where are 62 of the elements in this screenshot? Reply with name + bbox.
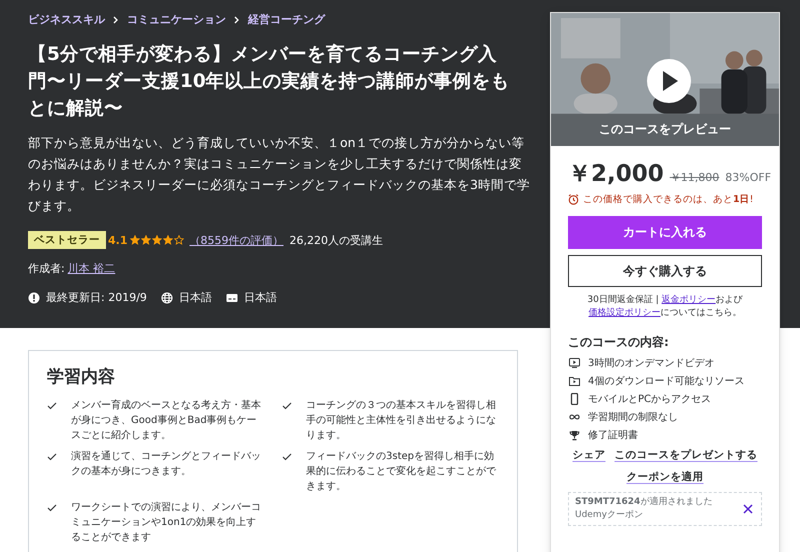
breadcrumb-link[interactable]: コミュニケーション xyxy=(127,12,226,27)
infinity-icon xyxy=(568,413,580,421)
alert-icon xyxy=(28,292,40,304)
breadcrumb-link[interactable]: 経営コーチング xyxy=(248,12,325,27)
includes-title: このコースの内容: xyxy=(568,334,670,351)
meta-text: 最終更新日: 2019/9 xyxy=(46,290,147,305)
author-label: 作成者: xyxy=(28,261,65,276)
section-title: 学習内容 xyxy=(47,366,116,388)
check-icon xyxy=(47,504,57,512)
alarm-clock-icon xyxy=(568,194,579,205)
apply-coupon-link[interactable]: クーポンを適用 xyxy=(626,470,704,484)
trophy-icon xyxy=(568,430,580,440)
globe-icon xyxy=(160,292,173,304)
course-title: 【5分で相手が変わる】メンバーを育てるコーチング入門〜リーダー支援10年以上の実績を持つ講師が事例をもとに解説〜 xyxy=(28,42,511,121)
includes-item: 学習期間の制限なし xyxy=(588,410,678,424)
learning-item: ワークシートでの演習により、メンバーコミュニケーションや1on1の効果を向上することができます xyxy=(71,500,262,545)
buy-now-button[interactable]: 今すぐ購入する xyxy=(568,255,762,287)
check-icon xyxy=(47,453,57,461)
chevron-icon xyxy=(234,16,240,24)
original-price: ￥11,800 xyxy=(670,170,720,185)
learning-item: コーチングの３つの基本スキルを習得し相手の可能性と主体性を引き出せるようになります。 xyxy=(306,398,497,443)
add-to-cart-button[interactable]: カートに入れる xyxy=(568,216,762,249)
star-icon xyxy=(130,235,140,245)
policy-link[interactable]: 返金ポリシー xyxy=(662,295,716,305)
check-icon xyxy=(282,402,292,410)
guarantee-text: 30日間返金保証 | 返金ポリシーおよび 価格設定ポリシーについてはこちら。 xyxy=(586,294,744,320)
preview-label: このコースをプレビュー xyxy=(598,121,732,138)
phone-icon xyxy=(568,393,580,405)
learning-item: メンバー育成のベースとなる考え方・基本が身につき、Good事例とBad事例もケースごとに紹介します。 xyxy=(71,398,262,443)
includes-item: モバイルとPCからアクセス xyxy=(588,393,712,406)
folder-icon xyxy=(568,376,580,386)
captions-icon xyxy=(226,292,238,304)
coupon-applied-text: ST9MT71624が適用されました xyxy=(575,496,712,509)
bestseller-badge: ベストセラー xyxy=(28,231,106,249)
gift-link[interactable]: このコースをプレゼントする xyxy=(614,448,758,462)
reviews-link[interactable]: （8559件の評価） xyxy=(190,232,284,248)
remove-coupon-button[interactable] xyxy=(741,502,755,516)
play-button-icon xyxy=(647,59,691,103)
coupon-label: Udemyクーポン xyxy=(575,509,644,522)
includes-item: 4個のダウンロード可能なリソース xyxy=(588,374,744,388)
video-icon xyxy=(568,358,580,368)
learning-item: 演習を通じて、コーチングとフィードバックの基本が身につきます。 xyxy=(71,450,262,479)
check-icon xyxy=(282,453,292,461)
chevron-icon xyxy=(113,16,119,24)
author-link[interactable]: 川本 裕二 xyxy=(68,261,116,276)
rating-value: 4.1 xyxy=(108,234,128,246)
discount: 83%OFF xyxy=(725,171,772,184)
learning-item: フィードバックの3stepを習得し相手に効果的に伝わることで変化を起こすことができます。 xyxy=(306,450,497,494)
student-count: 26,220人の受講生 xyxy=(290,232,383,248)
star-icon xyxy=(152,235,162,245)
meta-text: 日本語 xyxy=(178,290,212,305)
breadcrumb-link[interactable]: ビジネススキル xyxy=(28,12,105,27)
meta-text: 日本語 xyxy=(244,290,277,305)
star-icon xyxy=(162,235,172,245)
policy-link[interactable]: 価格設定ポリシー xyxy=(588,308,660,318)
includes-item: 修了証明書 xyxy=(588,428,638,442)
share-link[interactable]: シェア xyxy=(572,448,606,462)
star-icon xyxy=(140,235,150,245)
includes-item: 3時間のオンデマンドビデオ xyxy=(588,356,714,370)
course-description: 部下から意見が出ない、どう育成していいか不安、１on１での接し方が分からない等のお悩みはありませんか？実はコミュニケーションを少し工夫するだけで関係性は変わります。ビジネスリーダーに必須なコーチングとフィードバックの基本を3時間で学びます。 xyxy=(28,134,531,215)
check-icon xyxy=(47,402,57,410)
price: ￥2,000 xyxy=(568,160,664,189)
